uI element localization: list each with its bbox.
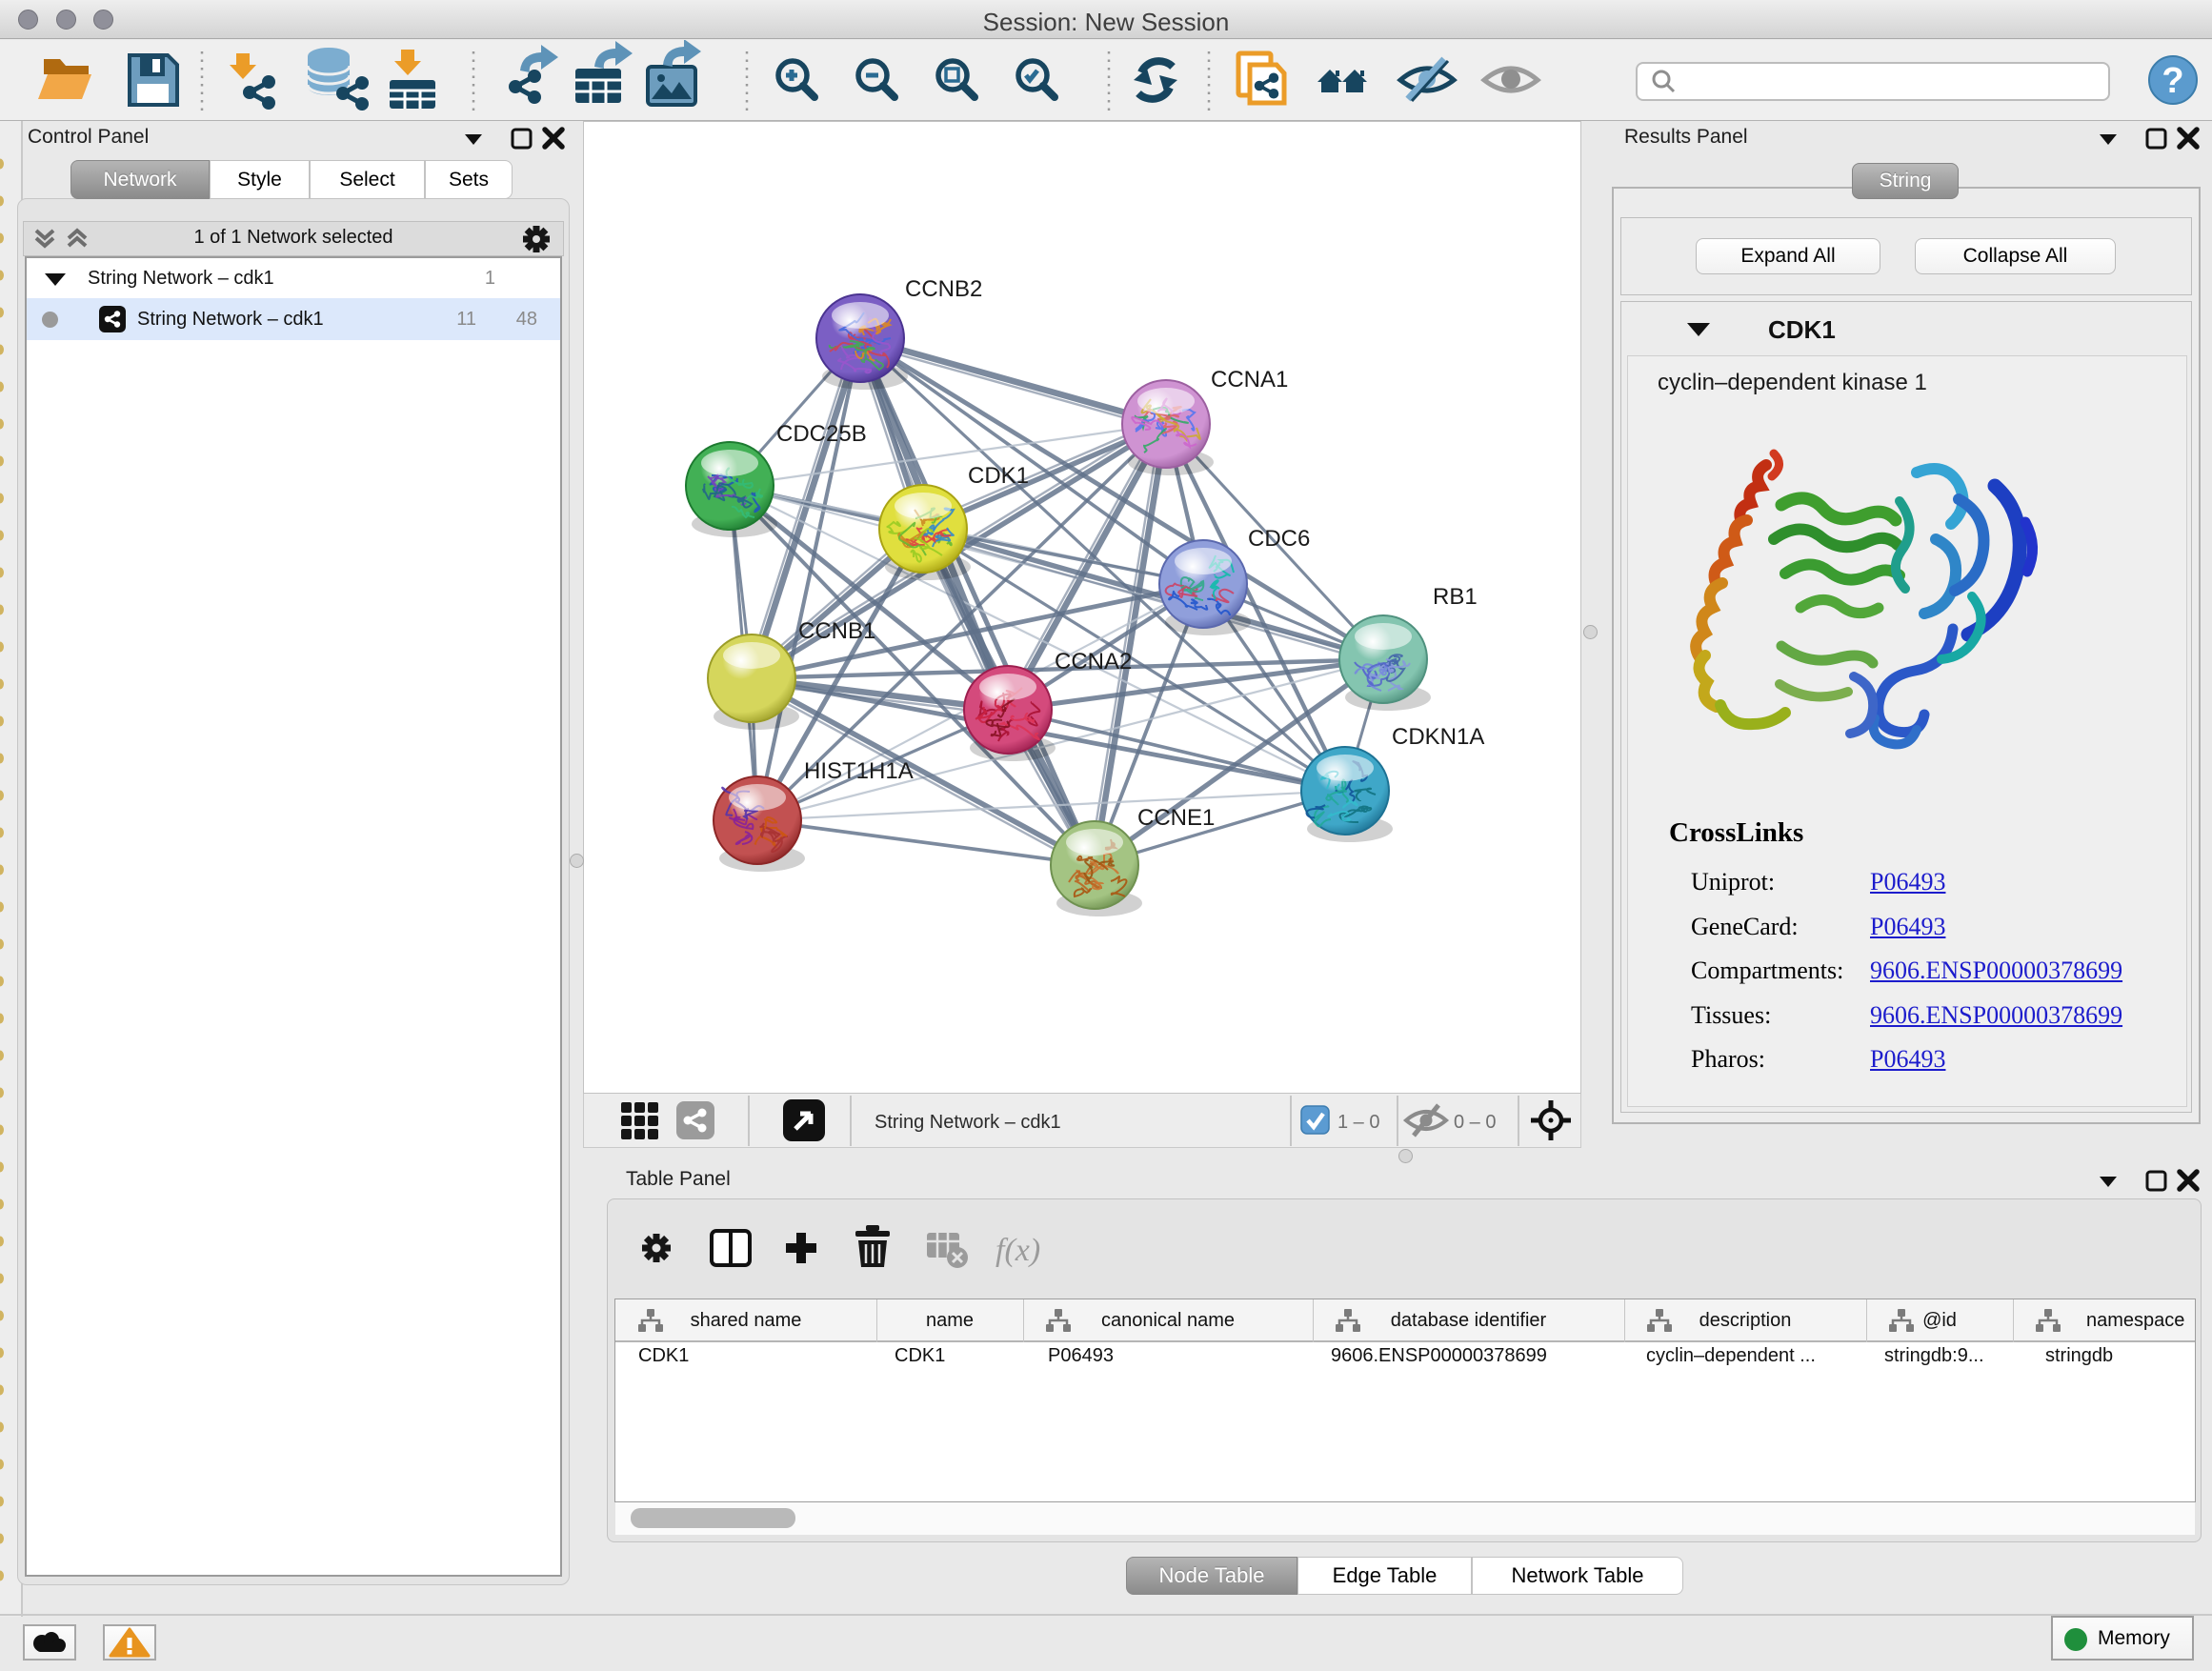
svg-text:CCNB2: CCNB2 [905,276,982,302]
svg-text:CDC25B: CDC25B [776,421,867,447]
svg-text:?: ? [2162,61,2183,101]
svg-text:CDKN1A: CDKN1A [1392,724,1484,750]
svg-text:CCNA1: CCNA1 [1211,367,1288,393]
svg-text:CCNE1: CCNE1 [1137,805,1215,831]
svg-text:RB1: RB1 [1433,584,1478,610]
svg-text:CCNB1: CCNB1 [798,618,875,644]
svg-text:f(x): f(x) [995,1233,1040,1268]
svg-text:CDC6: CDC6 [1248,526,1310,552]
svg-text:CDK1: CDK1 [968,463,1029,489]
svg-text:1 – 0: 1 – 0 [1337,1112,1379,1133]
svg-text:String Network – cdk1: String Network – cdk1 [875,1112,1061,1133]
svg-text:HIST1H1A: HIST1H1A [804,758,914,784]
svg-text:CCNA2: CCNA2 [1055,649,1132,674]
svg-text:0 – 0: 0 – 0 [1454,1112,1496,1133]
